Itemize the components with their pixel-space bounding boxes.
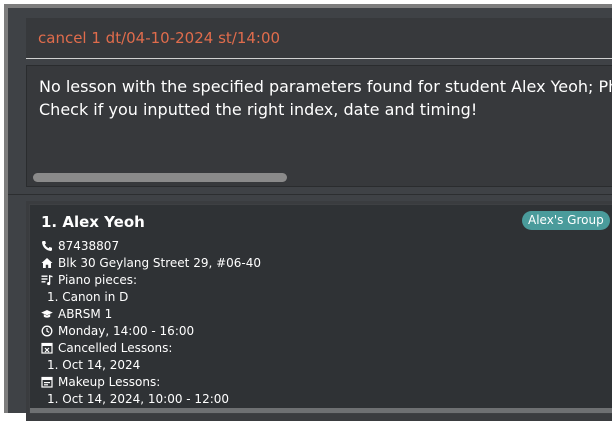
horizontal-scrollbar[interactable] <box>33 173 287 182</box>
cancelled-item: 1. Oct 14, 2024 <box>47 358 141 372</box>
cancelled-label: Cancelled Lessons: <box>58 341 173 355</box>
grade-row: ABRSM 1 <box>41 307 112 321</box>
makeup-label: Makeup Lessons: <box>58 375 161 389</box>
pieces-label: Piano pieces: <box>58 273 138 287</box>
group-badge: Alex's Group <box>522 211 610 230</box>
student-name: 1. Alex Yeoh <box>41 213 145 231</box>
result-message-line: Check if you inputted the right index, d… <box>39 100 478 119</box>
music-list-icon <box>41 274 55 286</box>
command-box[interactable]: cancel 1 dt/04-10-2024 st/14:00 <box>26 18 612 59</box>
makeup-item: 1. Oct 14, 2024, 10:00 - 12:00 <box>47 392 230 406</box>
student-card[interactable]: 1. Alex Yeoh Alex's Group 87438807 Blk 3… <box>29 204 612 414</box>
graduation-cap-icon <box>41 308 55 320</box>
grade-text: ABRSM 1 <box>58 307 113 321</box>
schedule-text: Monday, 14:00 - 16:00 <box>58 324 195 338</box>
address-row: Blk 30 Geylang Street 29, #06-40 <box>41 256 261 270</box>
schedule-row: Monday, 14:00 - 16:00 <box>41 324 194 338</box>
divider <box>8 194 612 195</box>
result-display: No lesson with the specified parameters … <box>26 65 612 187</box>
phone-icon <box>41 240 55 252</box>
pieces-row: Piano pieces: <box>41 273 137 287</box>
address-text: Blk 30 Geylang Street 29, #06-40 <box>58 256 262 270</box>
phone-number: 87438807 <box>58 239 120 253</box>
makeup-row: Makeup Lessons: <box>41 375 160 389</box>
cancelled-row: Cancelled Lessons: <box>41 341 172 355</box>
calendar-icon <box>41 376 55 388</box>
result-message-line: No lesson with the specified parameters … <box>39 77 612 96</box>
student-list-panel[interactable]: 1. Alex Yeoh Alex's Group 87438807 Blk 3… <box>26 201 612 421</box>
calendar-cancel-icon <box>41 342 55 354</box>
command-input[interactable]: cancel 1 dt/04-10-2024 st/14:00 <box>38 29 280 47</box>
home-icon <box>41 257 55 269</box>
clock-icon <box>41 325 55 337</box>
piece-item: 1. Canon in D <box>47 290 129 304</box>
phone-row: 87438807 <box>41 239 119 253</box>
app-window: cancel 1 dt/04-10-2024 st/14:00 No lesso… <box>4 4 612 421</box>
